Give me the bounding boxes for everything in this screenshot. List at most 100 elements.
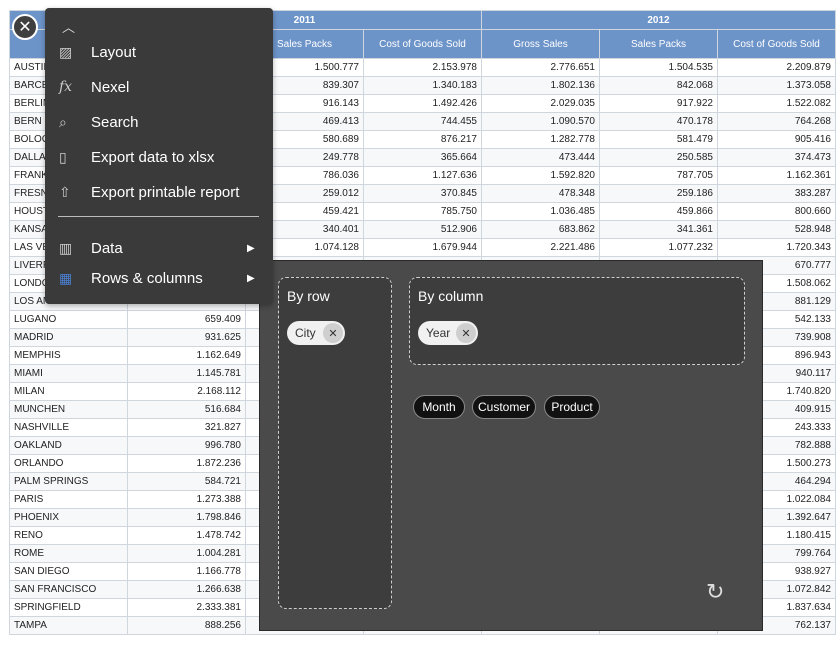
value-cell[interactable]: 1.077.232	[599, 238, 718, 257]
menu-item-search[interactable]: ⌕ Search	[59, 110, 139, 134]
menu-item-export-report[interactable]: ⇧ Export printable report	[59, 180, 239, 204]
row-header-cell[interactable]: SAN DIEGO	[9, 562, 128, 581]
value-cell[interactable]: 888.256	[127, 616, 246, 635]
value-cell[interactable]: 1.592.820	[481, 166, 600, 185]
value-cell[interactable]: 1.492.426	[363, 94, 482, 113]
value-cell[interactable]: 1.522.082	[717, 94, 836, 113]
value-cell[interactable]: 1.798.846	[127, 508, 246, 527]
value-cell[interactable]: 800.660	[717, 202, 836, 221]
value-cell[interactable]: 2.153.978	[363, 58, 482, 77]
measure-header[interactable]: Cost of Goods Sold	[717, 29, 836, 59]
value-cell[interactable]: 744.455	[363, 112, 482, 131]
value-cell[interactable]: 1.340.183	[363, 76, 482, 95]
measure-header[interactable]: Cost of Goods Sold	[363, 29, 482, 59]
value-cell[interactable]: 1.162.361	[717, 166, 836, 185]
value-cell[interactable]: 683.862	[481, 220, 600, 239]
chevron-up-icon[interactable]: ︿	[62, 17, 75, 36]
row-header-cell[interactable]: MIAMI	[9, 364, 128, 383]
year-header[interactable]: 2012	[481, 10, 836, 30]
close-menu-button[interactable]: ✕	[12, 14, 38, 40]
value-cell[interactable]: 2.029.035	[481, 94, 600, 113]
value-cell[interactable]: 528.948	[717, 220, 836, 239]
field-pill-product[interactable]: Product	[544, 395, 600, 419]
measure-header[interactable]: Sales Packs	[599, 29, 718, 59]
field-chip-year[interactable]: Year ✕	[418, 321, 478, 345]
value-cell[interactable]: 1.504.535	[599, 58, 718, 77]
value-cell[interactable]: 584.721	[127, 472, 246, 491]
row-header-cell[interactable]: RENO	[9, 526, 128, 545]
row-header-cell[interactable]: PALM SPRINGS	[9, 472, 128, 491]
value-cell[interactable]: 917.922	[599, 94, 718, 113]
value-cell[interactable]: 659.409	[127, 310, 246, 329]
field-pill-month[interactable]: Month	[413, 395, 465, 419]
menu-item-rows-columns[interactable]: ▦ Rows & columns ▶	[59, 266, 255, 290]
field-chip-city[interactable]: City ✕	[287, 321, 345, 345]
value-cell[interactable]: 2.168.112	[127, 382, 246, 401]
menu-item-data[interactable]: ▥ Data ▶	[59, 236, 255, 260]
value-cell[interactable]: 516.684	[127, 400, 246, 419]
value-cell[interactable]: 374.473	[717, 148, 836, 167]
value-cell[interactable]: 1.166.778	[127, 562, 246, 581]
measure-header[interactable]: Gross Sales	[481, 29, 600, 59]
value-cell[interactable]: 512.906	[363, 220, 482, 239]
value-cell[interactable]: 1.802.136	[481, 76, 600, 95]
value-cell[interactable]: 1.679.944	[363, 238, 482, 257]
value-cell[interactable]: 1.090.570	[481, 112, 600, 131]
value-cell[interactable]: 1.720.343	[717, 238, 836, 257]
row-header-cell[interactable]: NASHVILLE	[9, 418, 128, 437]
value-cell[interactable]: 470.178	[599, 112, 718, 131]
by-row-dropzone[interactable]: By row City ✕	[278, 277, 392, 609]
row-header-cell[interactable]: ROME	[9, 544, 128, 563]
value-cell[interactable]: 459.866	[599, 202, 718, 221]
value-cell[interactable]: 1.004.281	[127, 544, 246, 563]
value-cell[interactable]: 1.145.781	[127, 364, 246, 383]
row-header-cell[interactable]: MEMPHIS	[9, 346, 128, 365]
value-cell[interactable]: 1.273.388	[127, 490, 246, 509]
row-header-cell[interactable]: PARIS	[9, 490, 128, 509]
row-header-cell[interactable]: SAN FRANCISCO	[9, 580, 128, 599]
remove-chip-icon[interactable]: ✕	[323, 323, 343, 343]
row-header-cell[interactable]: SPRINGFIELD	[9, 598, 128, 617]
value-cell[interactable]: 1.373.058	[717, 76, 836, 95]
value-cell[interactable]: 478.348	[481, 184, 600, 203]
row-header-cell[interactable]: TAMPA	[9, 616, 128, 635]
value-cell[interactable]: 581.479	[599, 130, 718, 149]
value-cell[interactable]: 764.268	[717, 112, 836, 131]
value-cell[interactable]: 321.827	[127, 418, 246, 437]
row-header-cell[interactable]: MADRID	[9, 328, 128, 347]
reset-icon[interactable]: ↻	[706, 579, 724, 605]
value-cell[interactable]: 1.127.636	[363, 166, 482, 185]
value-cell[interactable]: 2.333.381	[127, 598, 246, 617]
value-cell[interactable]: 1.162.649	[127, 346, 246, 365]
value-cell[interactable]: 1.872.236	[127, 454, 246, 473]
value-cell[interactable]: 2.776.651	[481, 58, 600, 77]
value-cell[interactable]: 785.750	[363, 202, 482, 221]
value-cell[interactable]: 341.361	[599, 220, 718, 239]
value-cell[interactable]: 1.266.638	[127, 580, 246, 599]
value-cell[interactable]: 250.585	[599, 148, 718, 167]
value-cell[interactable]: 996.780	[127, 436, 246, 455]
value-cell[interactable]: 1.036.485	[481, 202, 600, 221]
value-cell[interactable]: 2.221.486	[481, 238, 600, 257]
value-cell[interactable]: 370.845	[363, 184, 482, 203]
value-cell[interactable]: 876.217	[363, 130, 482, 149]
field-pill-customer[interactable]: Customer	[472, 395, 536, 419]
value-cell[interactable]: 383.287	[717, 184, 836, 203]
value-cell[interactable]: 1.282.778	[481, 130, 600, 149]
value-cell[interactable]: 1.478.742	[127, 526, 246, 545]
row-header-cell[interactable]: MUNCHEN	[9, 400, 128, 419]
value-cell[interactable]: 365.664	[363, 148, 482, 167]
value-cell[interactable]: 931.625	[127, 328, 246, 347]
row-header-cell[interactable]: PHOENIX	[9, 508, 128, 527]
value-cell[interactable]: 905.416	[717, 130, 836, 149]
remove-chip-icon[interactable]: ✕	[456, 323, 476, 343]
menu-item-nexel[interactable]: fx Nexel	[59, 75, 129, 99]
by-column-dropzone[interactable]: By column Year ✕	[409, 277, 745, 365]
value-cell[interactable]: 842.068	[599, 76, 718, 95]
value-cell[interactable]: 787.705	[599, 166, 718, 185]
menu-item-export-xlsx[interactable]: ▯ Export data to xlsx	[59, 145, 214, 169]
row-header-cell[interactable]: OAKLAND	[9, 436, 128, 455]
value-cell[interactable]: 473.444	[481, 148, 600, 167]
row-header-cell[interactable]: LUGANO	[9, 310, 128, 329]
value-cell[interactable]: 2.209.879	[717, 58, 836, 77]
